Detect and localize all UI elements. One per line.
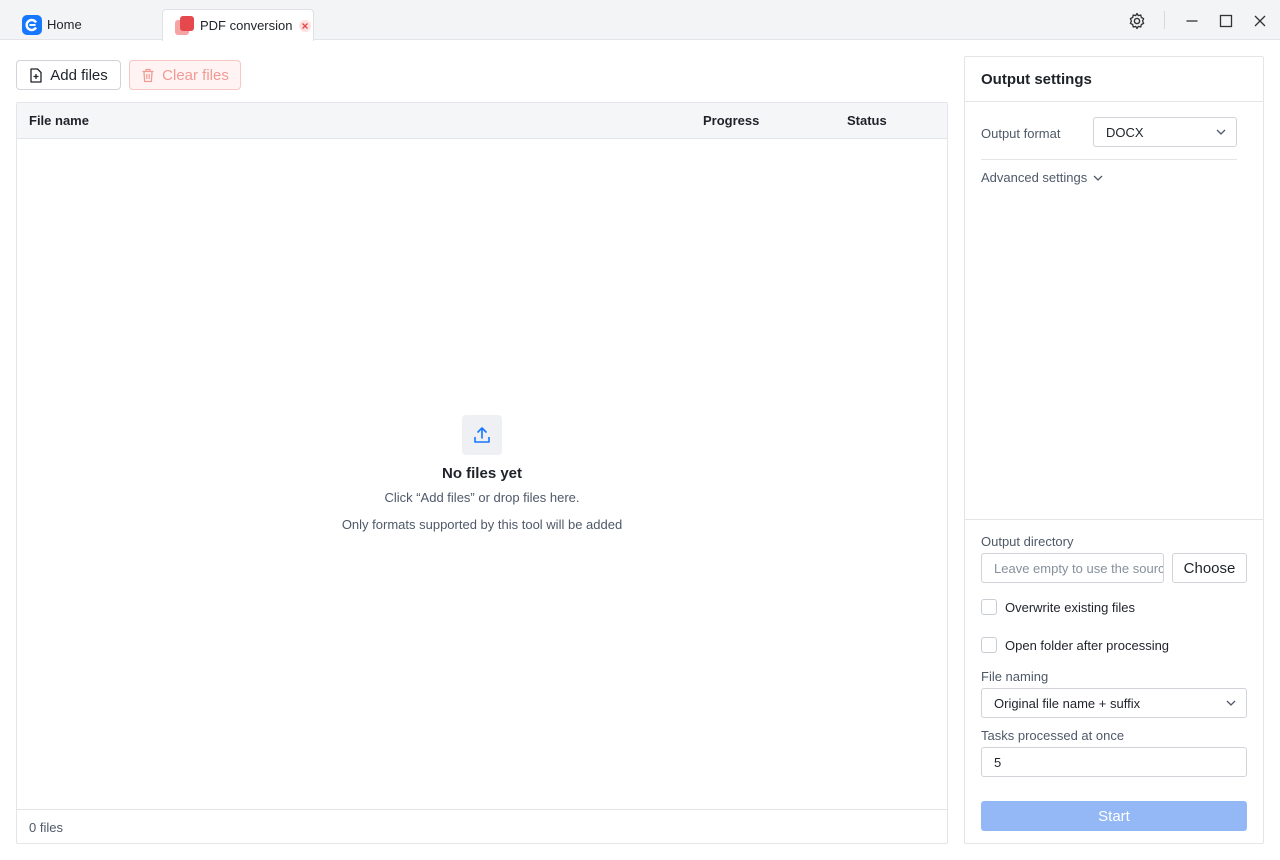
chevron-down-icon xyxy=(1226,700,1236,706)
clear-files-button[interactable]: Clear files xyxy=(129,60,241,90)
file-list-panel: File name Progress Status No files yet C… xyxy=(16,102,948,844)
empty-title: No files yet xyxy=(441,465,523,482)
advanced-settings-label: Advanced settings xyxy=(981,170,1088,185)
start-label: Start xyxy=(1098,807,1130,825)
app-logo-icon xyxy=(22,14,42,35)
add-files-button[interactable]: Add files xyxy=(16,60,121,90)
format-divider xyxy=(981,159,1237,160)
choose-label: Choose xyxy=(1183,559,1236,577)
maximize-icon[interactable] xyxy=(1215,10,1237,32)
open-folder-label: Open folder after processing xyxy=(1005,637,1170,653)
tasks-label: Tasks processed at once xyxy=(981,728,1125,743)
column-progress: Progress xyxy=(703,113,760,128)
output-directory-label: Output directory xyxy=(981,534,1074,549)
overwrite-checkbox[interactable]: Overwrite existing files xyxy=(981,599,1135,615)
tab-pdf-conversion[interactable]: PDF conversion xyxy=(162,9,314,41)
pdf-icon xyxy=(175,15,195,36)
trash-icon xyxy=(141,68,155,83)
output-format-value: DOCX xyxy=(1106,124,1144,140)
file-naming-select[interactable]: Original file name + suffix xyxy=(981,688,1247,718)
table-header: File name Progress Status xyxy=(17,103,947,139)
section-divider xyxy=(965,519,1263,520)
file-naming-value: Original file name + suffix xyxy=(994,695,1141,711)
open-folder-checkbox[interactable]: Open folder after processing xyxy=(981,637,1169,653)
output-format-label: Output format xyxy=(981,126,1061,141)
tab-home-label: Home xyxy=(47,17,82,32)
add-file-icon xyxy=(29,67,43,83)
overwrite-label: Overwrite existing files xyxy=(1005,599,1136,615)
column-file-name: File name xyxy=(29,113,89,128)
tab-pdf-conversion-label: PDF conversion xyxy=(200,18,293,33)
empty-format-note: Only formats supported by this tool will… xyxy=(341,517,623,532)
tab-home[interactable]: Home xyxy=(22,9,82,40)
chevron-down-icon xyxy=(1216,129,1226,135)
file-naming-label: File naming xyxy=(981,669,1049,684)
add-files-label: Add files xyxy=(50,66,108,84)
close-icon[interactable] xyxy=(298,19,312,33)
empty-state: No files yet Click “Add files” or drop f… xyxy=(17,415,947,532)
minimize-icon[interactable] xyxy=(1181,10,1203,32)
output-directory-input[interactable] xyxy=(981,553,1164,583)
tasks-input[interactable] xyxy=(981,747,1247,777)
title-bar: Home PDF conversion xyxy=(0,0,1280,41)
chevron-down-icon xyxy=(1093,175,1103,181)
close-window-icon[interactable] xyxy=(1249,10,1271,32)
start-button[interactable]: Start xyxy=(981,801,1247,831)
output-settings-panel: Output settings Output format DOCX Advan… xyxy=(964,56,1264,844)
column-status: Status xyxy=(847,113,887,128)
open-folder-checkbox-box[interactable] xyxy=(981,637,997,653)
settings-title: Output settings xyxy=(965,57,1263,102)
output-format-select[interactable]: DOCX xyxy=(1093,117,1237,147)
empty-hint: Click “Add files” or drop files here. xyxy=(384,490,580,505)
gear-icon[interactable] xyxy=(1126,10,1148,32)
clear-files-label: Clear files xyxy=(162,66,229,84)
file-count: 0 files xyxy=(17,809,947,843)
titlebar-divider xyxy=(1164,11,1165,29)
choose-directory-button[interactable]: Choose xyxy=(1172,553,1247,583)
advanced-settings-toggle[interactable]: Advanced settings xyxy=(981,170,1103,185)
upload-icon[interactable] xyxy=(462,415,502,455)
overwrite-checkbox-box[interactable] xyxy=(981,599,997,615)
